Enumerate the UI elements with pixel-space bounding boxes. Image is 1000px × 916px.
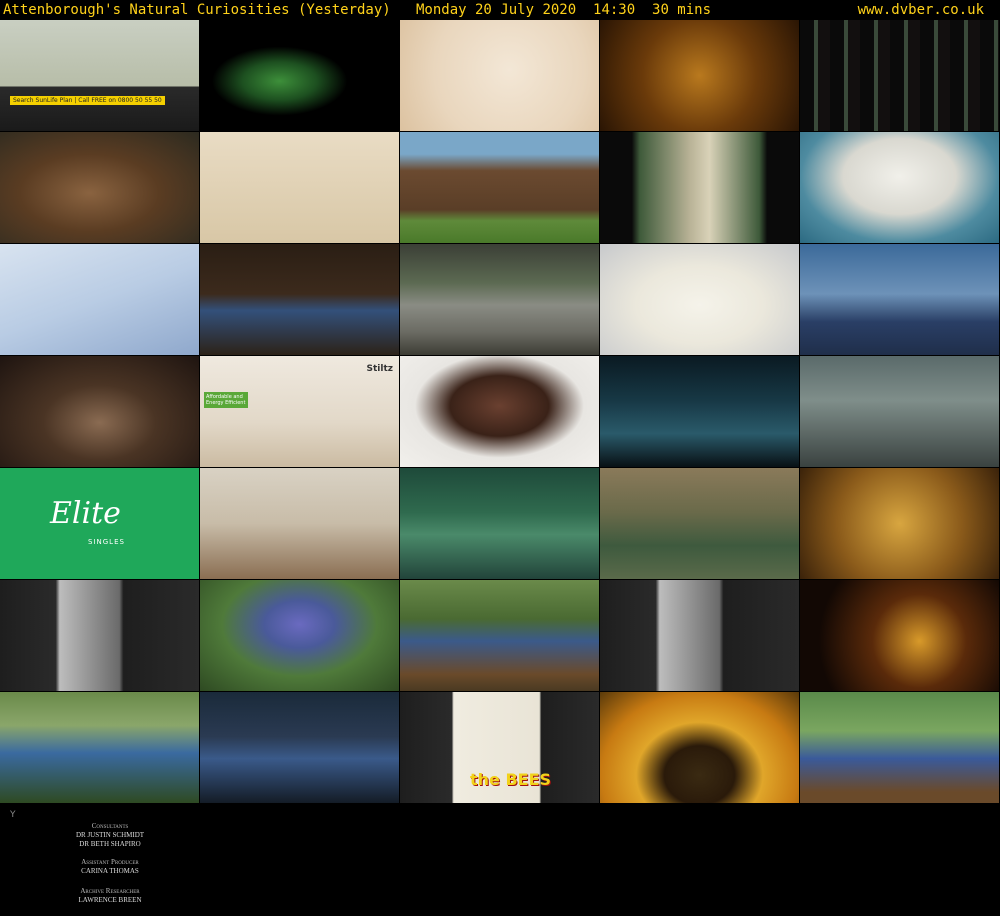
elite-singles-sub: SINGLES bbox=[88, 538, 125, 546]
thumb-shells-spiral[interactable] bbox=[400, 20, 600, 132]
credits-producer: CARINA THOMAS bbox=[81, 867, 139, 875]
credits-archive: LAWRENCE BREEN bbox=[78, 896, 142, 904]
thumb-honeycomb-bees[interactable] bbox=[800, 468, 1000, 580]
thumb-attenborough-garden-table[interactable] bbox=[400, 580, 600, 692]
thumb-green-geometry[interactable] bbox=[200, 20, 400, 132]
credits-consultant-2: DR BETH SHAPIRO bbox=[79, 840, 141, 848]
thumb-elite-singles-ad[interactable]: Elite SINGLES bbox=[0, 468, 200, 580]
elite-singles-brand: Elite bbox=[50, 496, 121, 531]
thumb-snow-tracks[interactable] bbox=[0, 244, 200, 356]
site-link[interactable]: www.dvber.co.uk bbox=[858, 0, 984, 20]
credits-role-archive: Archive Researcher bbox=[80, 887, 140, 895]
thumb-scientist-chalkboard[interactable] bbox=[0, 580, 200, 692]
thumb-bear-family-chart[interactable] bbox=[200, 132, 400, 244]
credits-role-producer: Assistant Producer bbox=[81, 858, 139, 866]
thumb-bees-movie-poster[interactable]: the BEES bbox=[400, 692, 600, 804]
thumbnail-grid: Search SunLife Plan | Call FREE on 0800 … bbox=[0, 20, 1000, 804]
thumb-attenborough-portrait[interactable] bbox=[0, 356, 200, 468]
bees-poster-title: the BEES bbox=[470, 770, 552, 789]
credits-consultant-1: DR JUSTIN SCHMIDT bbox=[75, 831, 145, 839]
thumb-bees-closeup[interactable] bbox=[600, 20, 800, 132]
page-header: Attenborough's Natural Curiosities (Yest… bbox=[0, 0, 1000, 20]
credits-role-consultants: Consultants bbox=[91, 822, 129, 830]
thumb-dark-teal-street[interactable] bbox=[600, 356, 800, 468]
channel-logo-icon: Y bbox=[10, 810, 16, 820]
thumb-stiltz-lift-ad[interactable]: Stiltz Affordable and Energy Efficient bbox=[200, 356, 400, 468]
ad-search-banner: Search SunLife Plan | Call FREE on 0800 … bbox=[10, 96, 165, 105]
thumb-attenborough-glass-frame[interactable] bbox=[0, 692, 200, 804]
thumb-waterfall-bear[interactable] bbox=[400, 244, 600, 356]
thumb-attenborough-screen[interactable] bbox=[200, 244, 400, 356]
thumb-attenborough-museum[interactable] bbox=[200, 692, 400, 804]
thumb-sunflower-bee[interactable] bbox=[600, 692, 800, 804]
thumb-purple-flowers[interactable] bbox=[200, 580, 400, 692]
stiltz-logo: Stiltz bbox=[366, 364, 394, 374]
programme-title: Attenborough's Natural Curiosities (Yest… bbox=[3, 2, 712, 18]
thumb-picture-wall[interactable] bbox=[200, 468, 400, 580]
thumb-grizzly-grass[interactable] bbox=[400, 132, 600, 244]
thumb-skincare-ad[interactable] bbox=[400, 356, 600, 468]
thumb-green-machinery[interactable] bbox=[400, 468, 600, 580]
thumb-polar-bear-face[interactable] bbox=[600, 244, 800, 356]
stiltz-badge: Affordable and Energy Efficient bbox=[204, 392, 248, 408]
thumb-polar-bear-blend[interactable] bbox=[600, 132, 800, 244]
thumb-attenborough-beehive[interactable] bbox=[800, 692, 1000, 804]
thumb-bears-hugging[interactable] bbox=[0, 132, 200, 244]
thumb-office-meeting[interactable] bbox=[800, 356, 1000, 468]
thumb-bear-pool[interactable] bbox=[600, 468, 800, 580]
thumb-polar-bear-swimming[interactable] bbox=[800, 132, 1000, 244]
thumb-bear-on-ice[interactable] bbox=[800, 244, 1000, 356]
thumb-presenter-ad[interactable]: Search SunLife Plan | Call FREE on 0800 … bbox=[0, 20, 200, 132]
thumb-glowing-lights[interactable] bbox=[800, 580, 1000, 692]
credits-frame: Y Consultants DR JUSTIN SCHMIDT DR BETH … bbox=[0, 804, 200, 916]
thumb-dark-columns[interactable] bbox=[800, 20, 1000, 132]
thumb-scientist-chalkboard-2[interactable] bbox=[600, 580, 800, 692]
